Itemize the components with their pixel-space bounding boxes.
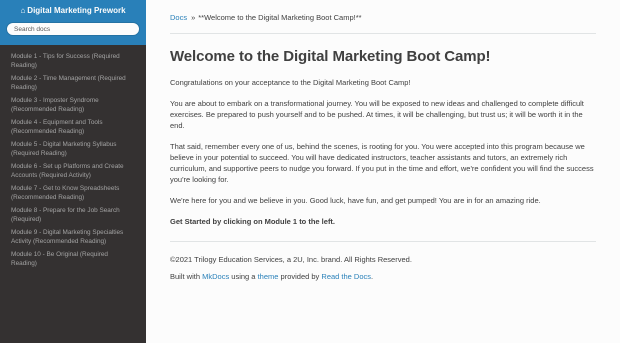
sidebar: ⌂Digital Marketing Prework Module 1 - Ti… — [0, 0, 146, 343]
sidebar-nav: Module 1 - Tips for Success (Required Re… — [0, 45, 146, 271]
sidebar-item-module-1[interactable]: Module 1 - Tips for Success (Required Re… — [0, 51, 146, 73]
sidebar-header: ⌂ Digital Marketing Prework — [0, 0, 146, 45]
sidebar-item-module-10[interactable]: Module 10 - Be Original (Required Readin… — [0, 249, 146, 271]
paragraph-journey: You are about to embark on a transformat… — [170, 99, 584, 130]
sidebar-item-module-6[interactable]: Module 6 - Set up Platforms and Create A… — [0, 161, 146, 183]
sidebar-item-label: Module 7 - Get to Know Spreadsheets (Rec… — [11, 185, 120, 201]
built-with: Built with MkDocs using a theme provided… — [170, 272, 596, 282]
sidebar-item-module-2[interactable]: Module 2 - Time Management (Required Rea… — [0, 73, 146, 95]
breadcrumb: Docs » **Welcome to the Digital Marketing … — [170, 13, 596, 23]
sidebar-item-label: Module 6 - Set up Platforms and Create A… — [11, 163, 124, 179]
divider — [170, 33, 596, 34]
using-a-text: using a — [231, 272, 256, 281]
sidebar-item-label: Module 8 - Prepare for the Job Search (R… — [11, 207, 120, 223]
sidebar-item-module-4[interactable]: Module 4 - Equipment and Tools (Recommen… — [0, 117, 146, 139]
breadcrumb-current: **Welcome to the Digital Marketing Boot … — [198, 13, 362, 22]
mkdocs-link[interactable]: MkDocs — [202, 272, 229, 281]
sidebar-item-label: Module 10 - Be Original (Required Readin… — [11, 251, 108, 267]
page-title: Welcome to the Digital Marketing Boot Ca… — [170, 48, 491, 65]
sidebar-item-module-7[interactable]: Module 7 - Get to Know Spreadsheets (Rec… — [0, 183, 146, 205]
copyright: ©2021 Trilogy Education Services, a 2U, … — [170, 255, 412, 264]
footer-period: . — [371, 272, 374, 281]
home-icon: ⌂ — [20, 6, 26, 15]
site-title: Digital Marketing Prework — [27, 6, 126, 15]
sidebar-item-label: Module 9 - Digital Marketing Specialties… — [11, 229, 124, 245]
sidebar-item-label: Module 4 - Equipment and Tools (Recommen… — [11, 119, 103, 135]
read-the-docs-link[interactable]: Read the Docs — [321, 272, 371, 281]
sidebar-item-label: Module 3 - Imposter Syndrome (Recommende… — [11, 97, 99, 113]
footer-divider — [170, 241, 596, 242]
built-with-text: Built with — [170, 272, 201, 281]
breadcrumb-docs-link[interactable]: Docs — [170, 13, 187, 22]
sidebar-item-module-5[interactable]: Module 5 - Digital Marketing Syllabus (R… — [0, 139, 146, 161]
main-content: Docs » **Welcome to the Digital Marketing … — [146, 0, 620, 343]
theme-link[interactable]: theme — [258, 272, 279, 281]
sidebar-item-module-8[interactable]: Module 8 - Prepare for the Job Search (R… — [0, 205, 146, 227]
sidebar-item-label: Module 1 - Tips for Success (Required Re… — [11, 53, 120, 69]
paragraph-congratulations: Congratulations on your acceptance to th… — [170, 78, 411, 87]
sidebar-item-label: Module 5 - Digital Marketing Syllabus (R… — [11, 141, 117, 157]
sidebar-item-module-9[interactable]: Module 9 - Digital Marketing Specialties… — [0, 227, 146, 249]
site-title-link[interactable]: ⌂ Digital Marketing Prework — [0, 5, 146, 17]
provided-by-text: provided by — [280, 272, 320, 281]
sidebar-item-label: Module 2 - Time Management (Required Rea… — [11, 75, 126, 91]
paragraph-good-luck: We're here for you and we believe in you… — [170, 196, 541, 205]
sidebar-item-module-3[interactable]: Module 3 - Imposter Syndrome (Recommende… — [0, 95, 146, 117]
paragraph-support: That said, remember every one of us, beh… — [170, 142, 594, 184]
breadcrumb-separator: » — [191, 13, 196, 22]
paragraph-get-started: Get Started by clicking on Module 1 to t… — [170, 217, 336, 226]
search-input[interactable] — [6, 22, 140, 36]
